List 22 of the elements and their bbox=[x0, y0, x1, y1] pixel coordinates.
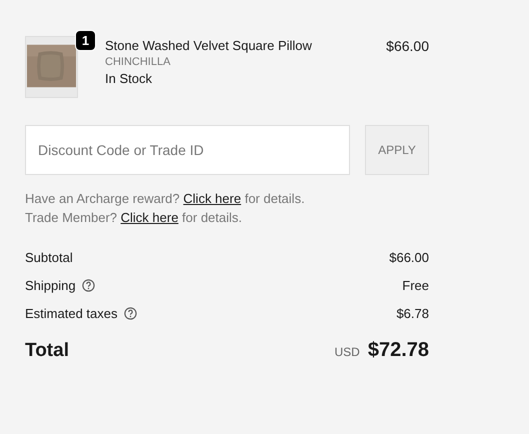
summary-value: $66.00 bbox=[389, 250, 429, 265]
details-note: Trade Member? Click here for details. bbox=[25, 210, 244, 225]
quantity-badge: 1 bbox=[75, 30, 96, 51]
summary-label: Estimated taxes bbox=[25, 306, 118, 321]
total-amount: $72.78 bbox=[368, 339, 429, 362]
currency-label: USD bbox=[334, 345, 360, 359]
apply-button[interactable]: APPLY bbox=[365, 125, 429, 175]
summary-label: Subtotal bbox=[25, 250, 73, 265]
summary-value: $6.78 bbox=[396, 306, 429, 321]
discount-field[interactable]: Discount Code or Trade ID bbox=[25, 125, 350, 175]
summary-value: Free bbox=[402, 278, 429, 293]
help-icon[interactable] bbox=[124, 307, 136, 320]
product-price: $66.00 bbox=[386, 37, 429, 54]
product-variant: CHINCHILLA bbox=[105, 56, 172, 68]
details-note: Have an Archarge reward? Click here for details. bbox=[25, 191, 306, 206]
total-label: Total bbox=[25, 340, 69, 362]
click-here-link[interactable]: Click here bbox=[120, 210, 178, 225]
summary-label: Shipping bbox=[25, 278, 76, 293]
help-icon[interactable] bbox=[82, 279, 95, 292]
stock-status: In Stock bbox=[105, 71, 153, 86]
product-name: Stone Washed Velvet Square Pillow bbox=[105, 38, 313, 53]
click-here-link[interactable]: Click here bbox=[183, 191, 242, 206]
